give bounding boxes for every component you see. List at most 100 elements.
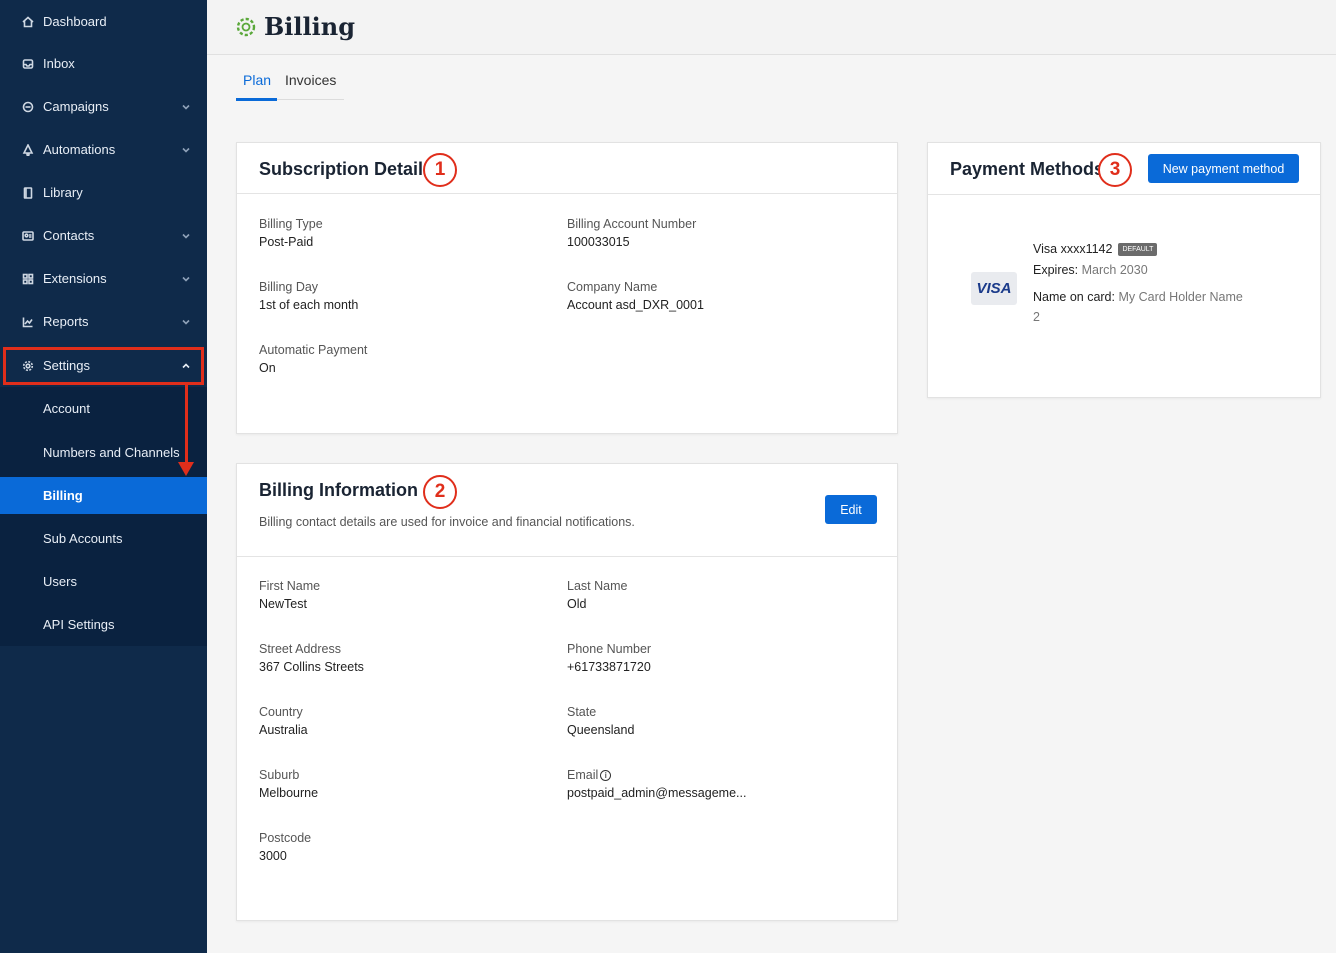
sidebar-item-label: Dashboard bbox=[43, 14, 107, 29]
email-value: postpaid_admin@messageme... bbox=[567, 786, 747, 800]
country-value: Australia bbox=[259, 723, 308, 737]
card-divider bbox=[237, 193, 897, 194]
extensions-icon bbox=[21, 272, 35, 286]
inbox-icon bbox=[21, 57, 35, 71]
chevron-down-icon bbox=[181, 229, 191, 239]
email-label-text: Email bbox=[567, 768, 599, 782]
page-header: Billing bbox=[207, 0, 1336, 55]
billing-gear-icon bbox=[236, 17, 256, 37]
sidebar-subitem-billing[interactable]: Billing bbox=[0, 477, 207, 514]
sidebar-item-label: Inbox bbox=[43, 56, 75, 71]
suburb-value: Melbourne bbox=[259, 786, 319, 800]
sidebar-subitem-sub-accounts[interactable]: Sub Accounts bbox=[0, 520, 207, 557]
company-name-label: Company Name bbox=[567, 280, 658, 294]
street-address-value: 367 Collins Streets bbox=[259, 660, 364, 674]
chevron-down-icon bbox=[181, 272, 191, 282]
card-expiry-row: Expires: March 2030 bbox=[1033, 263, 1148, 277]
reports-icon bbox=[21, 315, 35, 329]
sidebar-item-inbox[interactable]: Inbox bbox=[0, 42, 207, 85]
sidebar-item-contacts[interactable]: Contacts bbox=[0, 214, 207, 257]
name-on-card-value-continued: 2 bbox=[1033, 310, 1040, 324]
sidebar: Dashboard Inbox Campaigns Automations Li… bbox=[0, 0, 207, 953]
chevron-down-icon bbox=[181, 315, 191, 325]
chevron-down-icon bbox=[181, 143, 191, 153]
sidebar-item-label: Library bbox=[43, 185, 83, 200]
sidebar-item-campaigns[interactable]: Campaigns bbox=[0, 85, 207, 128]
sidebar-item-dashboard[interactable]: Dashboard bbox=[0, 0, 207, 43]
suburb-label: Suburb bbox=[259, 768, 300, 782]
name-on-card-value: My Card Holder Name bbox=[1118, 290, 1243, 304]
sidebar-item-extensions[interactable]: Extensions bbox=[0, 257, 207, 300]
payment-methods-title: Payment Methods bbox=[950, 159, 1105, 179]
default-badge: DEFAULT bbox=[1118, 243, 1158, 256]
sidebar-item-label: Reports bbox=[43, 314, 89, 329]
last-name-value: Old bbox=[567, 597, 587, 611]
sidebar-subitem-api-settings[interactable]: API Settings bbox=[0, 606, 207, 643]
country-label: Country bbox=[259, 705, 303, 719]
sidebar-item-label: Contacts bbox=[43, 228, 95, 243]
billing-information-description: Billing contact details are used for inv… bbox=[259, 515, 635, 529]
sidebar-subitem-account[interactable]: Account bbox=[0, 390, 207, 427]
chevron-down-icon bbox=[181, 100, 191, 110]
sidebar-item-reports[interactable]: Reports bbox=[0, 300, 207, 343]
sidebar-item-library[interactable]: Library bbox=[0, 171, 207, 214]
postcode-label: Postcode bbox=[259, 831, 312, 845]
phone-number-value: +61733871720 bbox=[567, 660, 651, 674]
callout-number-1: 1 bbox=[423, 153, 457, 187]
company-name-value: Account asd_DXR_0001 bbox=[567, 298, 704, 312]
state-label: State bbox=[567, 705, 597, 719]
sidebar-item-label: Extensions bbox=[43, 271, 107, 286]
street-address-label: Street Address bbox=[259, 642, 341, 656]
active-tab-indicator bbox=[236, 98, 277, 101]
first-name-label: First Name bbox=[259, 579, 321, 593]
billing-type-label: Billing Type bbox=[259, 217, 323, 231]
billing-day-label: Billing Day bbox=[259, 280, 319, 294]
subscription-details-title: Subscription Details bbox=[259, 159, 434, 179]
billing-information-title: Billing Information bbox=[259, 480, 418, 500]
sidebar-subitem-numbers-and-channels[interactable]: Numbers and Channels bbox=[0, 434, 207, 471]
annotation-arrow-head bbox=[178, 462, 194, 476]
last-name-label: Last Name bbox=[567, 579, 628, 593]
campaigns-icon bbox=[21, 100, 35, 114]
sidebar-item-label: Campaigns bbox=[43, 99, 109, 114]
new-payment-method-button[interactable]: New payment method bbox=[1148, 154, 1299, 183]
page-title: Billing bbox=[264, 12, 355, 41]
billing-tabs: Plan Invoices bbox=[236, 66, 344, 101]
sidebar-item-label: Automations bbox=[43, 142, 116, 157]
callout-number-3: 3 bbox=[1098, 153, 1132, 187]
billing-information-card: Billing Information 2 Billing contact de… bbox=[236, 463, 898, 921]
tab-invoices[interactable]: Invoices bbox=[285, 72, 336, 88]
card-divider bbox=[237, 556, 897, 557]
home-icon bbox=[21, 15, 35, 29]
first-name-value: NewTest bbox=[259, 597, 307, 611]
billing-account-number-value: 100033015 bbox=[567, 235, 630, 249]
card-number-row: Visa xxxx1142 DEFAULT bbox=[1033, 242, 1158, 256]
expires-label: Expires: bbox=[1033, 263, 1079, 277]
annotation-arrow-line bbox=[185, 385, 188, 465]
expires-value: March 2030 bbox=[1081, 263, 1148, 277]
phone-number-label: Phone Number bbox=[567, 642, 652, 656]
card-holder-row: Name on card: My Card Holder Name bbox=[1033, 290, 1243, 304]
edit-button[interactable]: Edit bbox=[825, 495, 877, 524]
subscription-details-card: Subscription Details 1 Billing Type Post… bbox=[236, 142, 898, 434]
payment-methods-card: Payment Methods 3 New payment method VIS… bbox=[927, 142, 1321, 398]
name-on-card-label: Name on card: bbox=[1033, 290, 1115, 304]
settings-submenu: Account Numbers and Channels Billing Sub… bbox=[0, 387, 207, 646]
automations-icon bbox=[21, 143, 35, 157]
email-label: Email i bbox=[567, 768, 612, 782]
visa-card-icon: VISA bbox=[971, 272, 1017, 305]
contacts-icon bbox=[21, 229, 35, 243]
billing-type-value: Post-Paid bbox=[259, 235, 314, 249]
tab-plan[interactable]: Plan bbox=[243, 72, 271, 88]
automatic-payment-value: On bbox=[259, 361, 276, 375]
postcode-value: 3000 bbox=[259, 849, 287, 863]
callout-number-2: 2 bbox=[423, 475, 457, 509]
sidebar-subitem-users[interactable]: Users bbox=[0, 563, 207, 600]
sidebar-item-automations[interactable]: Automations bbox=[0, 128, 207, 171]
billing-day-value: 1st of each month bbox=[259, 298, 359, 312]
card-divider bbox=[928, 194, 1320, 195]
automatic-payment-label: Automatic Payment bbox=[259, 343, 368, 357]
library-icon bbox=[21, 186, 35, 200]
state-value: Queensland bbox=[567, 723, 635, 737]
info-icon[interactable]: i bbox=[600, 770, 612, 781]
